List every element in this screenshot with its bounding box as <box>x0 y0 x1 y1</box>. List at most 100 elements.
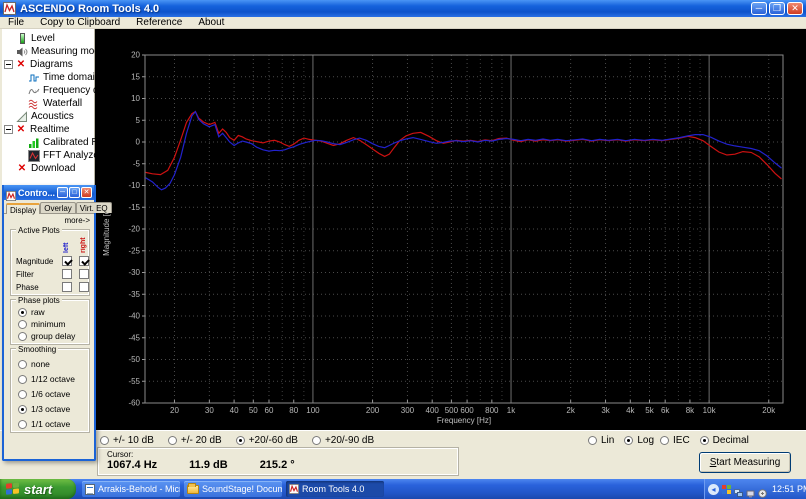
radio-smoothing-none[interactable]: none <box>18 359 86 369</box>
level-meter-icon <box>16 33 28 45</box>
radio-button-icon[interactable] <box>18 405 27 414</box>
radio-lin[interactable]: Lin <box>588 435 614 446</box>
radio-decimal[interactable]: Decimal <box>700 435 749 446</box>
tree-item-fft-analyzer[interactable]: FFT Analyzer <box>2 149 94 162</box>
tree-item-realtime[interactable]: ✕ Realtime <box>2 123 94 136</box>
radio-smoothing-1-3[interactable]: 1/3 octave <box>18 404 86 414</box>
svg-text:600: 600 <box>460 406 474 415</box>
radio-range-20[interactable]: +/- 20 dB <box>168 435 222 446</box>
radio-button-icon[interactable] <box>18 390 27 399</box>
radio-button-icon[interactable] <box>18 332 27 341</box>
filter-left-checkbox[interactable] <box>62 269 72 279</box>
phase-left-checkbox[interactable] <box>62 282 72 292</box>
taskbar-task-soundstage[interactable]: SoundStage! Docume... <box>184 481 282 497</box>
svg-text:15: 15 <box>131 72 140 81</box>
radio-button-icon[interactable] <box>624 436 633 445</box>
tree-item-level[interactable]: Level <box>2 32 94 45</box>
taskbar-task-arrakis[interactable]: Arrakis-Behold - Micro... <box>82 481 180 497</box>
radio-button-icon[interactable] <box>588 436 597 445</box>
radio-range-20-60[interactable]: +20/-60 dB <box>236 435 298 446</box>
svg-text:800: 800 <box>485 406 499 415</box>
radio-log[interactable]: Log <box>624 435 654 446</box>
tab-overlay[interactable]: Overlay <box>40 202 76 213</box>
cursor-frequency-value: 1067.4 Hz <box>107 459 157 471</box>
document-icon <box>85 484 95 495</box>
radio-button-icon[interactable] <box>312 436 321 445</box>
close-icon[interactable]: ✕ <box>81 187 92 198</box>
folder-icon <box>187 485 199 494</box>
windows-flag-icon <box>6 482 20 495</box>
app-icon <box>6 188 16 198</box>
radio-button-icon[interactable] <box>18 375 27 384</box>
tree-item-calibrated-rta[interactable]: Calibrated RTA <box>2 136 94 149</box>
radio-button-icon[interactable] <box>236 436 245 445</box>
app-icon <box>3 2 16 15</box>
device-icon[interactable] <box>746 485 755 494</box>
taskbar-task-room-tools[interactable]: Room Tools 4.0 <box>286 481 384 497</box>
control-panel-title-bar[interactable]: Contro... ─ □ ✕ <box>4 185 94 200</box>
start-measuring-button[interactable]: Start Measuring <box>699 452 791 473</box>
network-icon[interactable] <box>734 485 743 494</box>
radio-smoothing-1-6[interactable]: 1/6 octave <box>18 389 86 399</box>
tab-virt-eq[interactable]: Virt. EQ <box>76 202 112 213</box>
system-tray: ◂ 12:51 PM <box>704 479 806 499</box>
unit-options: IEC Decimal <box>660 435 749 446</box>
radio-minimum[interactable]: minimum <box>18 319 86 329</box>
menu-item-about[interactable]: About <box>198 17 224 28</box>
radio-smoothing-1-12[interactable]: 1/12 octave <box>18 374 86 384</box>
radio-button-icon[interactable] <box>18 320 27 329</box>
tree-item-waterfall[interactable]: Waterfall <box>2 97 94 110</box>
tree-item-frequency-domain[interactable]: Frequency domain <box>2 84 94 97</box>
radio-group-delay[interactable]: group delay <box>18 331 86 341</box>
maximize-icon[interactable]: □ <box>69 187 80 198</box>
radio-button-icon[interactable] <box>100 436 109 445</box>
tree-item-diagrams[interactable]: ✕ Diagrams <box>2 58 94 71</box>
radio-range-10[interactable]: +/- 10 dB <box>100 435 154 446</box>
acoustics-icon <box>16 111 28 123</box>
svg-text:-20: -20 <box>128 225 140 234</box>
menu-item-file[interactable]: File <box>8 17 24 28</box>
more-link[interactable]: more-> <box>4 214 94 225</box>
minimize-icon[interactable]: ─ <box>57 187 68 198</box>
menu-item-copy-to-clipboard[interactable]: Copy to Clipboard <box>40 17 120 28</box>
radio-button-icon[interactable] <box>168 436 177 445</box>
phase-right-checkbox[interactable] <box>79 282 89 292</box>
radio-range-20-90[interactable]: +20/-90 dB <box>312 435 374 446</box>
svg-text:500: 500 <box>445 406 459 415</box>
start-button[interactable]: start <box>0 479 76 499</box>
close-icon[interactable]: ✕ <box>787 2 803 15</box>
magnitude-right-checkbox[interactable] <box>79 256 89 266</box>
collapse-expander-icon[interactable] <box>4 60 13 69</box>
x-mark-icon: ✕ <box>15 59 27 71</box>
collapse-expander-icon[interactable] <box>4 125 13 134</box>
tab-display[interactable]: Display <box>6 203 40 214</box>
menu-item-reference[interactable]: Reference <box>136 17 182 28</box>
tree-item-download[interactable]: ✕ Download <box>2 162 94 175</box>
radio-button-icon[interactable] <box>18 420 27 429</box>
svg-text:-25: -25 <box>128 246 140 255</box>
filter-right-checkbox[interactable] <box>79 269 89 279</box>
magnitude-left-checkbox[interactable] <box>62 256 72 266</box>
frequency-response-chart[interactable]: -60-55-50-45-40-35-30-25-20-15-10-505101… <box>95 29 806 430</box>
radio-button-icon[interactable] <box>700 436 709 445</box>
radio-button-icon[interactable] <box>18 360 27 369</box>
radio-button-icon[interactable] <box>18 308 27 317</box>
tree-item-time-domain[interactable]: Time domain <box>2 71 94 84</box>
svg-text:30: 30 <box>205 406 214 415</box>
svg-text:20k: 20k <box>762 406 776 415</box>
messenger-icon[interactable] <box>722 485 731 494</box>
radio-raw[interactable]: raw <box>18 307 86 317</box>
minimize-icon[interactable]: ─ <box>751 2 767 15</box>
collapse-chevron-icon[interactable]: ◂ <box>708 484 719 495</box>
time-domain-icon <box>28 72 40 84</box>
tree-item-acoustics[interactable]: Acoustics <box>2 110 94 123</box>
svg-text:50: 50 <box>249 406 258 415</box>
tree-item-measuring-mode[interactable]: Measuring mode <box>2 45 94 58</box>
svg-text:10: 10 <box>131 94 140 103</box>
radio-button-icon[interactable] <box>660 436 669 445</box>
radio-iec[interactable]: IEC <box>660 435 690 446</box>
restore-icon[interactable]: ❐ <box>769 2 785 15</box>
svg-text:8k: 8k <box>686 406 695 415</box>
volume-icon[interactable] <box>758 485 767 494</box>
radio-smoothing-1-1[interactable]: 1/1 octave <box>18 419 86 429</box>
